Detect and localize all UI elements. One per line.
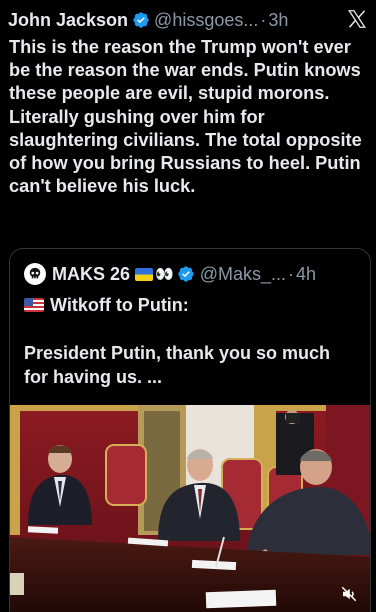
quoted-author-handle[interactable]: @Maks_... — [200, 264, 286, 285]
verified-badge-icon — [178, 266, 194, 282]
post-header: John Jackson @hissgoes... · 3h — [8, 8, 368, 32]
video-media[interactable] — [10, 405, 370, 612]
muted-speaker-icon[interactable] — [340, 585, 358, 603]
skull-avatar[interactable] — [24, 263, 46, 285]
quoted-author-name[interactable]: MAKS 26 — [52, 264, 130, 285]
post-card[interactable]: John Jackson @hissgoes... · 3h This is t… — [0, 0, 376, 612]
separator-dot: · — [288, 263, 295, 284]
quoted-post-header: MAKS 26 👀 @Maks_... · 4h — [24, 262, 360, 286]
verified-badge-icon — [133, 12, 149, 28]
x-logo-icon[interactable] — [346, 8, 368, 30]
quoted-post-text: Witkoff to Putin: President Putin, thank… — [24, 293, 354, 389]
skull-icon — [26, 265, 44, 283]
quoted-line-2: President Putin, thank you so much for h… — [24, 343, 331, 387]
meeting-video-frame — [10, 405, 370, 612]
quoted-post[interactable]: MAKS 26 👀 @Maks_... · 4h Witkoff to Puti… — [9, 248, 371, 612]
author-name[interactable]: John Jackson — [8, 10, 128, 31]
ukraine-flag-icon — [135, 267, 154, 281]
author-handle[interactable]: @hissgoes... — [154, 10, 258, 31]
quoted-post-time[interactable]: 4h — [296, 264, 316, 285]
post-text: This is the reason the Trump won't ever … — [9, 37, 362, 197]
separator-dot: · — [260, 9, 267, 30]
us-flag-icon — [24, 298, 44, 312]
quoted-line-1: Witkoff to Putin: — [50, 295, 189, 315]
post-time[interactable]: 3h — [268, 10, 288, 31]
eyes-icon: 👀 — [155, 266, 174, 283]
